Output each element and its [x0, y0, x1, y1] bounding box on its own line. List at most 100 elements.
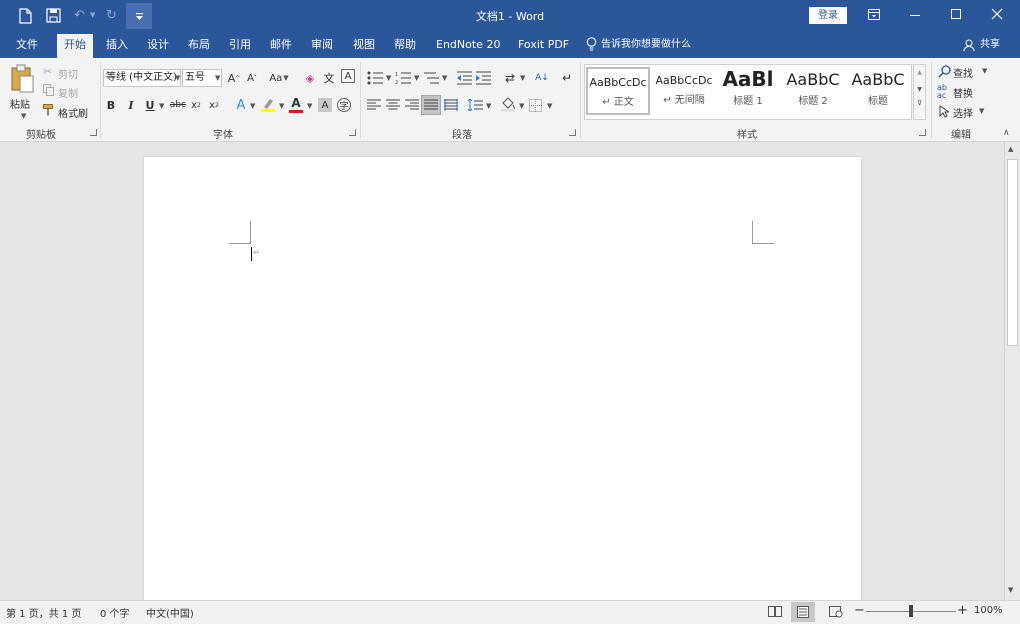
find-icon[interactable] [938, 65, 951, 78]
paste-label[interactable]: 粘贴 [10, 96, 30, 111]
tab-file[interactable]: 文件 [16, 32, 38, 58]
paste-dropdown-icon[interactable]: ▼ [21, 112, 26, 120]
italic-button[interactable]: I [124, 96, 138, 114]
tab-layout[interactable]: 布局 [188, 32, 210, 58]
multilevel-list-icon[interactable] [423, 71, 439, 85]
find-label[interactable]: 查找 [953, 65, 973, 80]
replace-label[interactable]: 替换 [953, 85, 973, 100]
font-launcher-icon[interactable] [349, 129, 356, 136]
subscript-icon[interactable]: x2 [189, 96, 203, 114]
copy-icon[interactable] [43, 84, 54, 96]
tab-mailings[interactable]: 邮件 [270, 32, 292, 58]
zoom-out-icon[interactable]: − [854, 603, 865, 618]
print-layout-icon[interactable] [791, 602, 815, 622]
tab-home[interactable]: 开始 [57, 34, 93, 58]
clipboard-launcher-icon[interactable] [90, 129, 97, 136]
show-formatting-marks-icon[interactable]: ↵ [560, 69, 574, 87]
redo-icon[interactable]: ↻ [106, 8, 117, 23]
tab-view[interactable]: 视图 [353, 32, 375, 58]
align-right-icon[interactable] [405, 99, 419, 111]
scroll-thumb[interactable] [1007, 159, 1018, 346]
chinese-layout-icon[interactable]: ⇄ [502, 69, 518, 87]
select-label[interactable]: 选择 [953, 105, 973, 120]
chinese-layout-dropdown-icon[interactable]: ▼ [520, 74, 525, 82]
line-spacing-dropdown-icon[interactable]: ▼ [486, 102, 491, 110]
change-case-icon[interactable]: Aa ▼ [267, 69, 291, 87]
clear-formatting-icon[interactable]: ◈ [303, 69, 317, 87]
save-icon[interactable] [46, 8, 61, 23]
copy-label[interactable]: 复制 [58, 85, 78, 100]
styles-launcher-icon[interactable] [919, 129, 926, 136]
increase-indent-icon[interactable] [475, 71, 491, 85]
paragraph-launcher-icon[interactable] [569, 129, 576, 136]
tab-insert[interactable]: 插入 [106, 32, 128, 58]
text-effects-dropdown-icon[interactable]: ▼ [250, 102, 255, 110]
undo-icon[interactable]: ↶ [74, 8, 85, 23]
cut-icon[interactable]: ✂ [43, 65, 52, 78]
format-painter-icon[interactable] [43, 104, 55, 116]
gallery-down-icon[interactable]: ▼ [914, 86, 925, 93]
character-border-icon[interactable]: A [341, 69, 355, 83]
font-size-dropdown-icon[interactable]: ▼ [215, 74, 220, 82]
web-layout-icon[interactable] [829, 606, 843, 618]
customize-quick-access-button[interactable] [126, 3, 152, 29]
tab-endnote[interactable]: EndNote 20 [436, 32, 500, 58]
find-dropdown-icon[interactable]: ▼ [982, 67, 987, 75]
distributed-icon[interactable] [444, 99, 458, 111]
bold-button[interactable]: B [104, 96, 118, 114]
select-cursor-icon[interactable] [939, 105, 949, 118]
align-center-icon[interactable] [386, 99, 400, 111]
word-count[interactable]: 0 个字 [100, 605, 130, 620]
phonetic-guide-icon[interactable]: 文 [322, 69, 336, 87]
numbering-icon[interactable]: 12 [395, 71, 411, 85]
new-document-icon[interactable] [18, 8, 32, 24]
tab-references[interactable]: 引用 [229, 32, 251, 58]
document-page[interactable]: ↵ [144, 157, 861, 600]
borders-icon[interactable] [529, 99, 542, 112]
line-spacing-icon[interactable] [467, 99, 483, 111]
styles-gallery-scroll[interactable]: ▲ ▼ ⊽ [913, 64, 926, 120]
zoom-in-icon[interactable]: + [957, 603, 968, 618]
shrink-font-icon[interactable]: Aˇ [245, 69, 259, 87]
underline-button[interactable]: U [143, 96, 157, 114]
format-painter-label[interactable]: 格式刷 [58, 105, 88, 120]
borders-dropdown-icon[interactable]: ▼ [547, 102, 552, 110]
page-count[interactable]: 第 1 页，共 1 页 [6, 605, 81, 620]
login-button[interactable]: 登录 [809, 7, 847, 24]
ribbon-display-options-icon[interactable] [868, 9, 880, 20]
align-left-icon[interactable] [367, 99, 381, 111]
multilevel-dropdown-icon[interactable]: ▼ [442, 74, 447, 82]
minimize-icon[interactable] [910, 15, 920, 16]
tab-help[interactable]: 帮助 [394, 32, 416, 58]
grow-font-icon[interactable]: A ^ [227, 69, 241, 87]
tab-design[interactable]: 设计 [147, 32, 169, 58]
underline-dropdown-icon[interactable]: ▼ [159, 102, 164, 110]
tab-foxit-pdf[interactable]: Foxit PDF [518, 32, 569, 58]
close-icon[interactable] [991, 8, 1003, 20]
shading-icon[interactable] [500, 96, 516, 112]
maximize-icon[interactable] [951, 9, 961, 19]
collapse-ribbon-icon[interactable]: ∧ [1003, 128, 1010, 138]
shading-dropdown-icon[interactable]: ▼ [519, 102, 524, 110]
enclose-characters-icon[interactable]: 字 [337, 98, 351, 112]
zoom-level[interactable]: 100% [974, 605, 1003, 616]
style-heading-1[interactable]: AaBl 标题 1 [718, 66, 778, 116]
read-mode-icon[interactable] [768, 606, 782, 617]
font-name-box[interactable]: 等线 (中文正文) [103, 69, 181, 87]
zoom-slider-thumb[interactable] [909, 605, 913, 617]
highlight-color-icon[interactable] [260, 97, 276, 113]
share-button[interactable]: 共享 [980, 32, 1000, 58]
vertical-scrollbar[interactable]: ▲ ▼ [1004, 142, 1020, 600]
gallery-up-icon[interactable]: ▲ [914, 69, 925, 76]
scroll-down-icon[interactable]: ▼ [1008, 586, 1013, 594]
select-dropdown-icon[interactable]: ▼ [979, 107, 984, 115]
bullets-dropdown-icon[interactable]: ▼ [386, 74, 391, 82]
language-indicator[interactable]: 中文(中国) [146, 605, 194, 620]
gallery-more-icon[interactable]: ⊽ [914, 99, 925, 107]
scroll-up-icon[interactable]: ▲ [1008, 145, 1013, 153]
font-name-dropdown-icon[interactable]: ▼ [175, 74, 180, 82]
paste-icon[interactable] [10, 64, 34, 94]
style-title[interactable]: AaBbC 标题 [848, 66, 908, 116]
style-heading-2[interactable]: AaBbC 标题 2 [782, 66, 844, 116]
decrease-indent-icon[interactable] [456, 71, 472, 85]
